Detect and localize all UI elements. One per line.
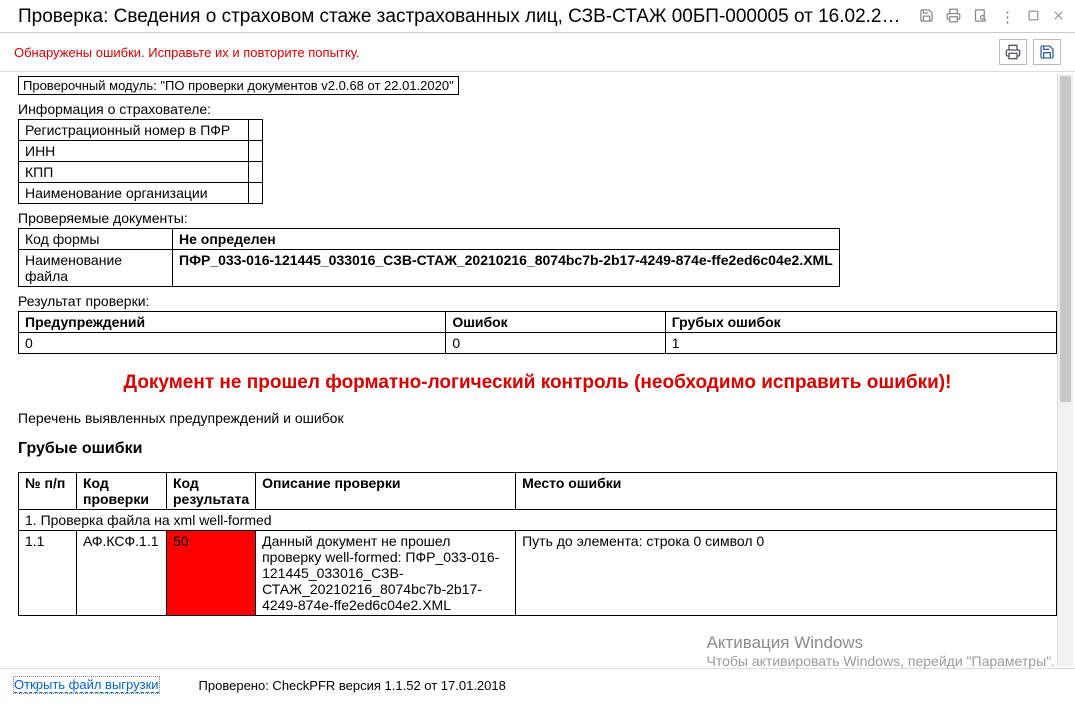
vertical-scrollbar[interactable] (1057, 74, 1073, 666)
more-icon[interactable]: ⋮ (1000, 8, 1015, 26)
checked-version: Проверено: CheckPFR версия 1.1.52 от 17.… (199, 678, 506, 693)
docs-heading: Проверяемые документы: (18, 210, 1057, 226)
doc-row-value: ПФР_033-016-121445_033016_СЗВ-СТАЖ_20210… (173, 250, 840, 287)
doc-row-label: Наименование файла (19, 250, 173, 287)
print-icon[interactable] (946, 8, 961, 27)
close-icon[interactable] (1052, 9, 1065, 26)
scroll-thumb[interactable] (1060, 76, 1071, 402)
titlebar-actions: ⋮ (919, 8, 1065, 27)
toolbar: Обнаружены ошибки. Исправьте их и повтор… (0, 33, 1075, 72)
list-heading: Перечень выявленных предупреждений и оши… (18, 410, 1057, 426)
module-version: Проверочный модуль: "ПО проверки докумен… (18, 76, 459, 95)
insurer-row-label: КПП (19, 162, 249, 183)
doc-row-value: Не определен (173, 229, 840, 250)
summary-table: Предупреждений Ошибок Грубых ошибок 0 0 … (18, 311, 1057, 354)
gross-errors-heading: Грубые ошибки (18, 440, 1057, 458)
window-titlebar: Проверка: Сведения о страховом стаже зас… (0, 0, 1075, 33)
window-title: Проверка: Сведения о страховом стаже зас… (18, 6, 919, 28)
err-th-code: Код проверки (77, 473, 167, 510)
insurer-heading: Информация о страхователе: (18, 101, 1057, 117)
print-button[interactable] (999, 39, 1027, 65)
docs-table: Код формы Не определен Наименование файл… (18, 228, 840, 287)
err-cell-result: 50 (167, 531, 256, 616)
summary-header: Предупреждений (19, 312, 446, 333)
err-th-desc: Описание проверки (256, 473, 516, 510)
insurer-table: Регистрационный номер в ПФР ИНН КПП Наим… (18, 119, 263, 204)
insurer-row-label: Наименование организации (19, 183, 249, 204)
open-export-file-link[interactable]: Открыть файл выгрузки (14, 677, 159, 693)
insurer-row-label: ИНН (19, 141, 249, 162)
result-heading: Результат проверки: (18, 293, 1057, 309)
err-cell-desc: Данный документ не прошел проверку well-… (256, 531, 516, 616)
insurer-row-label: Регистрационный номер в ПФР (19, 120, 249, 141)
err-th-res: Код результата (167, 473, 256, 510)
error-banner: Обнаружены ошибки. Исправьте их и повтор… (14, 45, 360, 60)
maximize-icon[interactable] (1027, 9, 1040, 26)
err-cell-place: Путь до элемента: строка 0 символ 0 (516, 531, 1057, 616)
err-cell-code: АФ.КСФ.1.1 (77, 531, 167, 616)
errors-table: № п/п Код проверки Код результата Описан… (18, 472, 1057, 616)
summary-header: Ошибок (446, 312, 665, 333)
search-doc-icon[interactable] (973, 8, 988, 27)
err-th-place: Место ошибки (516, 473, 1057, 510)
err-th-n: № п/п (19, 473, 77, 510)
report-body: Проверочный модуль: "ПО проверки докумен… (0, 72, 1075, 616)
summary-value: 0 (446, 333, 665, 354)
err-cell-n: 1.1 (19, 531, 77, 616)
footer: Открыть файл выгрузки Проверено: CheckPF… (0, 669, 1075, 701)
summary-value: 1 (665, 333, 1056, 354)
save-icon[interactable] (919, 8, 934, 27)
doc-row-label: Код формы (19, 229, 173, 250)
save-button[interactable] (1033, 39, 1061, 65)
fail-message: Документ не прошел форматно-логический к… (18, 372, 1057, 394)
summary-header: Грубых ошибок (665, 312, 1056, 333)
summary-value: 0 (19, 333, 446, 354)
err-group-row: 1. Проверка файла на xml well-formed (19, 510, 1057, 531)
